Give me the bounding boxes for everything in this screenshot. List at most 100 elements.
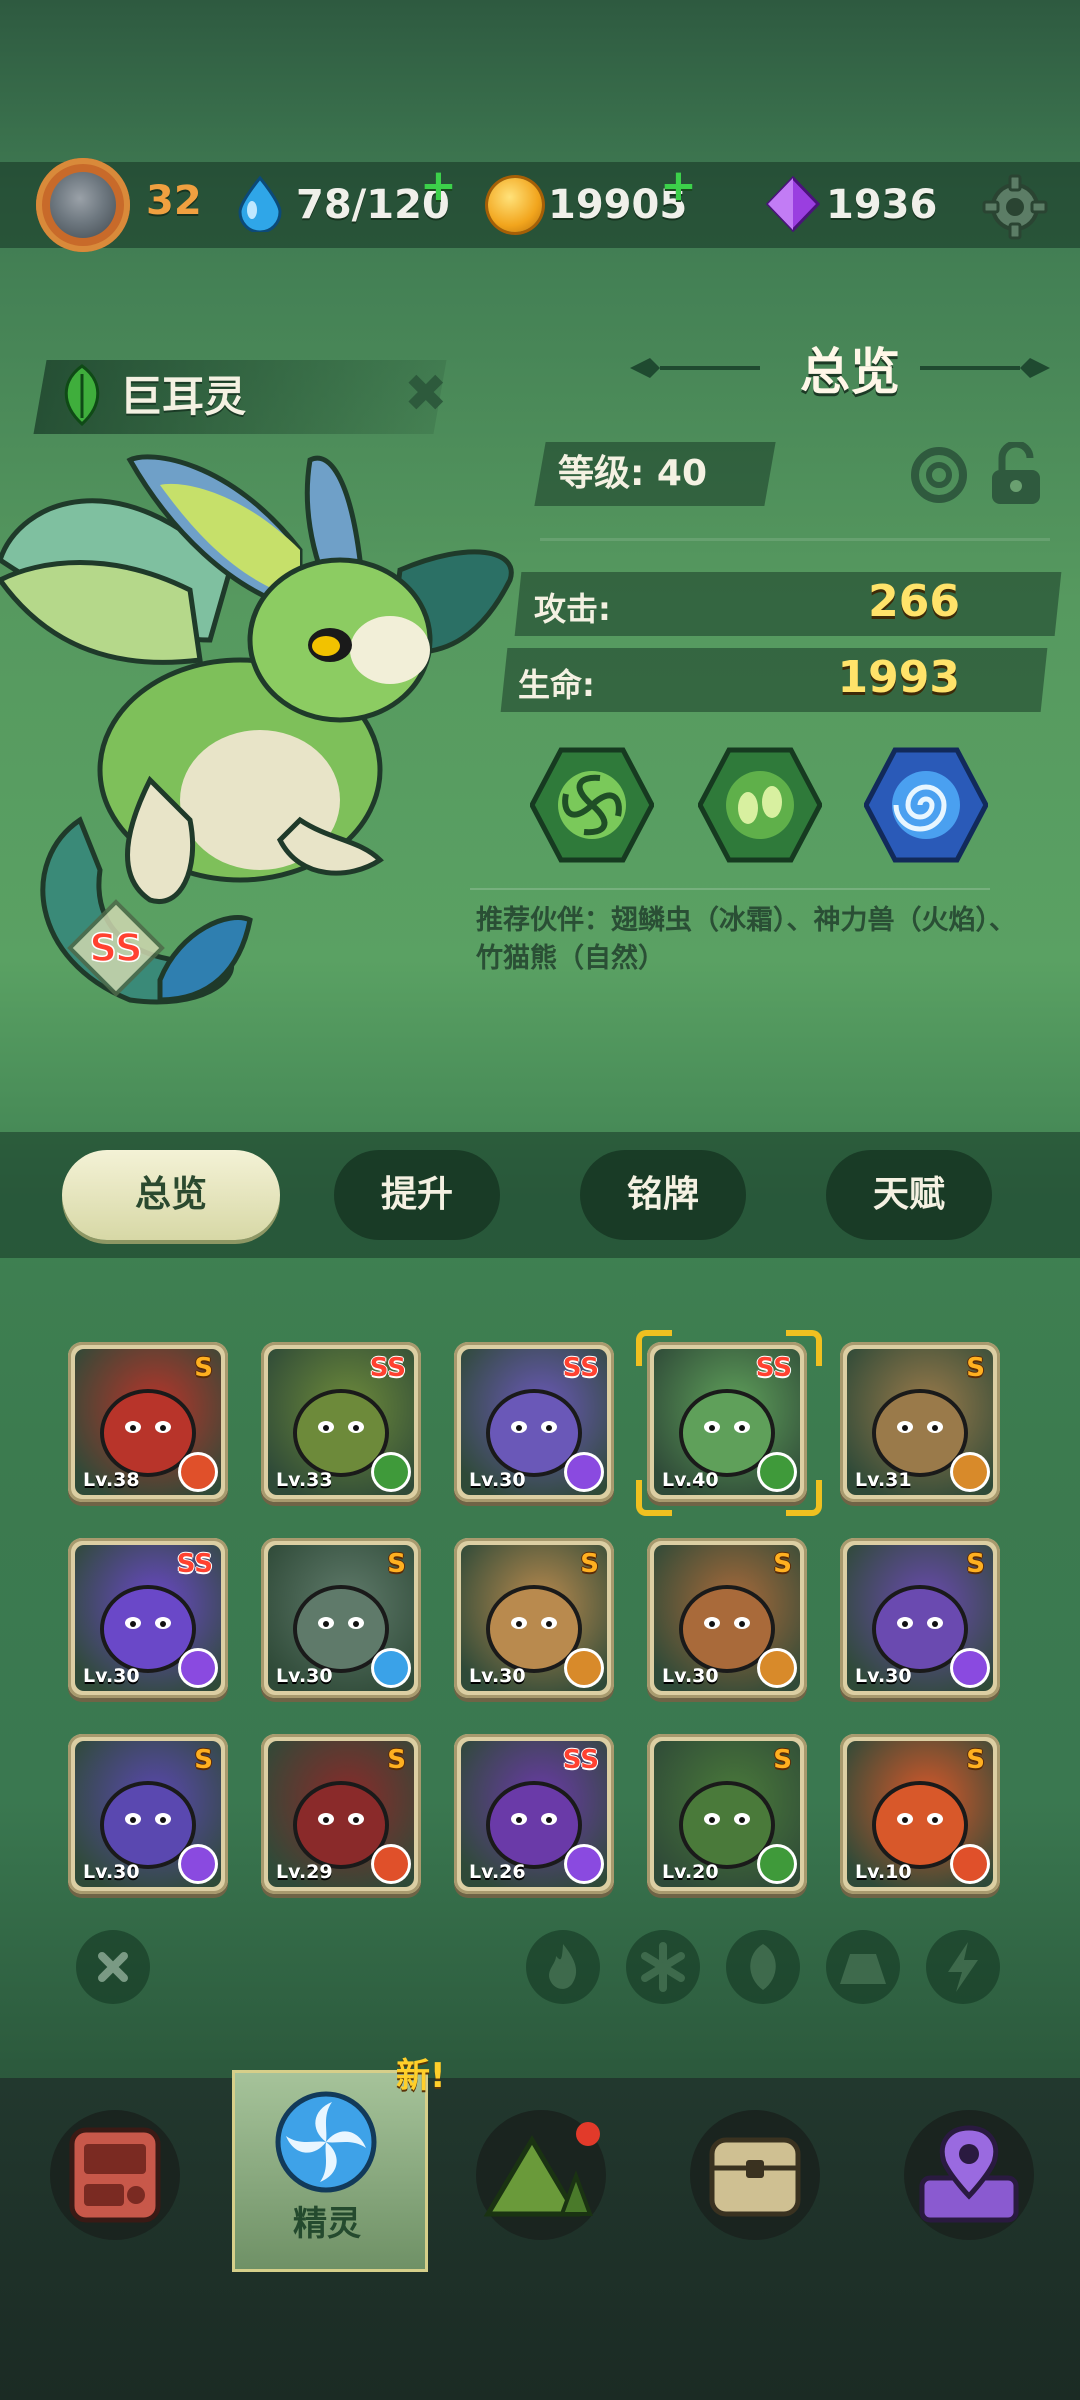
nature-element-icon (374, 1455, 408, 1489)
recommended-partners: 推荐伙伴：翅鳞虫（冰霜）、神力兽（火焰）、竹猫熊（自然） (476, 905, 1016, 974)
pet-card[interactable]: S Lv.29 (261, 1734, 421, 1894)
earth-element-icon (953, 1455, 987, 1489)
earth-element-icon (760, 1651, 794, 1685)
pet-level-label: Lv.31 (855, 1469, 912, 1491)
earth-element-icon (567, 1651, 601, 1685)
nature-element-icon (760, 1847, 794, 1881)
coin-icon (488, 178, 542, 232)
pet-card[interactable]: S Lv.10 (840, 1734, 1000, 1894)
ice-filter-icon[interactable] (626, 1930, 700, 2004)
pet-rank: S (966, 1549, 985, 1579)
pet-card[interactable]: S Lv.30 (261, 1538, 421, 1698)
lightning-filter-icon[interactable] (926, 1930, 1000, 2004)
pet-card[interactable]: S Lv.30 (68, 1734, 228, 1894)
pet-portrait: S Lv.30 (461, 1545, 607, 1691)
close-icon[interactable]: ✖ (404, 364, 448, 424)
selection-corner (786, 1330, 822, 1366)
pet-portrait: SS Lv.33 (268, 1349, 414, 1495)
pet-level-label: Lv.30 (855, 1665, 912, 1687)
water-drop-icon (238, 176, 282, 232)
tab-upgrade[interactable]: 提升 (334, 1150, 500, 1240)
pet-level-label: Lv.20 (662, 1861, 719, 1883)
wind-skill-icon[interactable] (530, 746, 654, 864)
pet-rank: S (773, 1549, 792, 1579)
pet-portrait: S Lv.38 (75, 1349, 221, 1495)
pet-card[interactable]: SS Lv.30 (68, 1538, 228, 1698)
pet-level: 等级: 40 (558, 453, 708, 494)
nav-shop-button[interactable] (50, 2110, 180, 2240)
lightning-element-icon (181, 1847, 215, 1881)
pet-level-label: Lv.33 (276, 1469, 333, 1491)
hp-value: 1993 (837, 652, 960, 703)
pet-card[interactable]: S Lv.30 (647, 1538, 807, 1698)
pet-card[interactable]: SS Lv.33 (261, 1342, 421, 1502)
overview-title: 总览 (800, 343, 900, 401)
pet-card[interactable]: S Lv.20 (647, 1734, 807, 1894)
pet-name: 巨耳灵 (120, 372, 247, 421)
pet-card[interactable]: S Lv.30 (840, 1538, 1000, 1698)
pets-icon (275, 2091, 377, 2193)
seed-skill-icon[interactable] (698, 746, 822, 864)
tab-talent[interactable]: 天赋 (826, 1150, 992, 1240)
pet-card[interactable]: S Lv.31 (840, 1342, 1000, 1502)
pet-rank: S (773, 1745, 792, 1775)
add-coin-button[interactable]: + (660, 160, 697, 211)
add-energy-button[interactable]: + (420, 160, 457, 211)
divider (540, 538, 1050, 541)
tab-overview[interactable]: 总览 (62, 1150, 280, 1240)
pet-rank: S (194, 1353, 213, 1383)
pet-card[interactable]: S Lv.30 (454, 1538, 614, 1698)
map-pin-icon (919, 2125, 1019, 2223)
pet-level-label: Lv.26 (469, 1861, 526, 1883)
pet-portrait: S Lv.30 (268, 1545, 414, 1691)
selection-corner (636, 1330, 672, 1366)
fire-element-icon (953, 1847, 987, 1881)
pet-portrait: S Lv.30 (847, 1545, 993, 1691)
ring-icon[interactable] (910, 446, 968, 504)
rank-text: SS (89, 926, 142, 970)
pet-portrait: S Lv.10 (847, 1741, 993, 1887)
pet-card[interactable]: SS Lv.30 (454, 1342, 614, 1502)
pet-card[interactable]: S Lv.38 (68, 1342, 228, 1502)
unlock-icon[interactable] (988, 442, 1044, 506)
pet-rank: S (387, 1745, 406, 1775)
rank-badge: SS (67, 899, 165, 997)
pet-rank: S (966, 1745, 985, 1775)
lightning-element-icon (181, 1651, 215, 1685)
pet-portrait: S Lv.30 (75, 1741, 221, 1887)
ice-element-icon (374, 1651, 408, 1685)
pet-portrait: SS Lv.30 (75, 1545, 221, 1691)
vortex-skill-icon[interactable] (864, 746, 988, 864)
clear-filter-icon[interactable] (76, 1930, 150, 2004)
pet-level-label: Lv.30 (83, 1861, 140, 1883)
fire-filter-icon[interactable] (526, 1930, 600, 2004)
pet-card[interactable]: SS Lv.26 (454, 1734, 614, 1894)
attack-value: 266 (868, 576, 960, 627)
pet-portrait: S Lv.20 (654, 1741, 800, 1887)
pet-level-label: Lv.29 (276, 1861, 333, 1883)
nav-adventure-button[interactable] (476, 2110, 606, 2240)
earth-filter-icon[interactable] (826, 1930, 900, 2004)
nav-pets-label: 精灵 (293, 2204, 361, 2244)
pet-portrait: SS Lv.30 (461, 1349, 607, 1495)
pet-rank: SS (562, 1353, 599, 1383)
nav-map-button[interactable] (904, 2110, 1034, 2240)
pet-rank: S (580, 1549, 599, 1579)
nature-filter-icon[interactable] (726, 1930, 800, 2004)
tab-plaque[interactable]: 铭牌 (580, 1150, 746, 1240)
pet-portrait: SS Lv.40 (654, 1349, 800, 1495)
pet-rank: SS (369, 1353, 406, 1383)
pet-rank: S (966, 1353, 985, 1383)
pet-card[interactable]: SS Lv.40 (647, 1342, 807, 1502)
gem-value: 1936 (826, 182, 938, 228)
nav-inventory-button[interactable] (690, 2110, 820, 2240)
settings-gear-icon[interactable] (982, 174, 1048, 240)
leaf-element-icon (64, 364, 100, 426)
pet-portrait: S Lv.31 (847, 1349, 993, 1495)
hp-label: 生命: (518, 666, 595, 704)
lightning-element-icon (567, 1847, 601, 1881)
pet-level-label: Lv.38 (83, 1469, 140, 1491)
pet-level-label: Lv.30 (469, 1469, 526, 1491)
pet-level-label: Lv.30 (662, 1665, 719, 1687)
pet-level-label: Lv.10 (855, 1861, 912, 1883)
